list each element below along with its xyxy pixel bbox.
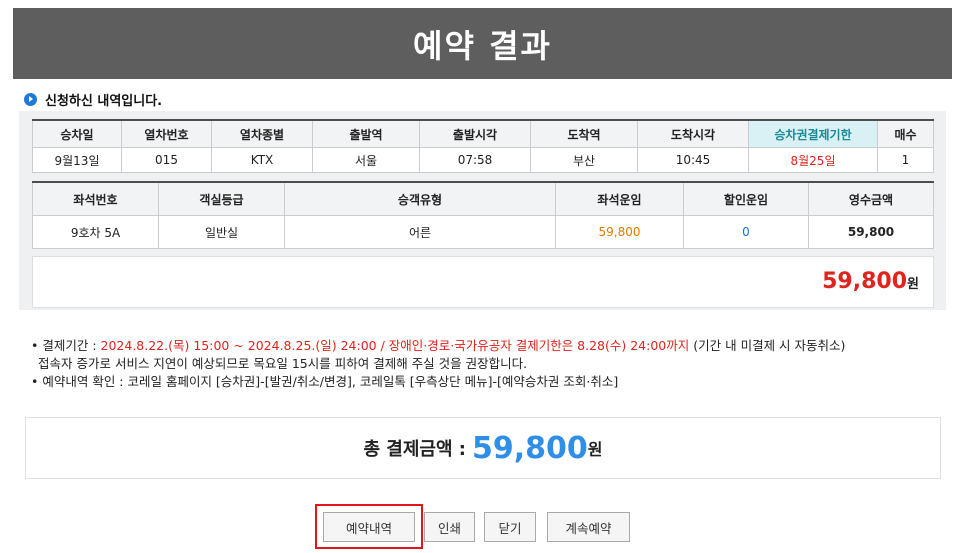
boarding-date: 9월13일 <box>32 147 122 173</box>
train-info-table: 승차일 열차번호 열차종별 출발역 출발시각 도착역 도착시각 승차권결제기한 … <box>32 119 934 173</box>
subtotal-value: 59,800 <box>822 269 908 294</box>
note-payment-period: • 결제기간 : 2024.8.22.(목) 15:00 ~ 2024.8.25… <box>31 337 845 355</box>
header-receipt-amount: 영수금액 <box>808 181 934 216</box>
payment-notes: • 결제기간 : 2024.8.22.(목) 15:00 ~ 2024.8.25… <box>31 337 845 391</box>
receipt-amount: 59,800 <box>808 215 934 249</box>
header-departure-station: 출발역 <box>312 119 420 148</box>
header-train-type: 열차종별 <box>211 119 313 148</box>
seat-class: 일반실 <box>158 215 285 249</box>
note-delay-warning: 접속자 증가로 서비스 지연이 예상되므로 목요일 15시를 피하여 결제해 주… <box>38 356 528 371</box>
grand-total-unit: 원 <box>587 440 603 459</box>
note-reservation-check: • 예약내역 확인 : 코레일 홈페이지 [승차권]-[발권/취소/변경], 코… <box>31 374 619 389</box>
train-type: KTX <box>211 147 313 173</box>
seat-fare-table: 좌석번호 객실등급 승객유형 좌석운임 할인운임 영수금액 9호차 5A 일반실… <box>32 181 934 249</box>
arrival-station: 부산 <box>530 147 638 173</box>
close-button[interactable]: 닫기 <box>484 512 536 542</box>
header-discount-fare: 할인운임 <box>683 181 809 216</box>
arrival-time: 10:45 <box>637 147 749 173</box>
train-number: 015 <box>121 147 212 173</box>
seat-number: 9호차 5A <box>32 215 159 249</box>
note-deadline-text: 2024.8.22.(목) 15:00 ~ 2024.8.25.(일) 24:0… <box>100 338 690 353</box>
header-train-number: 열차번호 <box>121 119 212 148</box>
header-class: 객실등급 <box>158 181 285 216</box>
table-row: 9월13일 015 KTX 서울 07:58 부산 10:45 8월25일 1 <box>32 147 934 173</box>
table-row: 9호차 5A 일반실 어른 59,800 0 59,800 <box>32 215 934 249</box>
header-seat-number: 좌석번호 <box>32 181 159 216</box>
header-passenger-type: 승객유형 <box>284 181 556 216</box>
section-heading: 신청하신 내역입니다. <box>24 90 162 109</box>
table-header-row: 승차일 열차번호 열차종별 출발역 출발시각 도착역 도착시각 승차권결제기한 … <box>32 119 934 148</box>
header-payment-deadline: 승차권결제기한 <box>748 119 878 148</box>
seat-fare: 59,800 <box>555 215 684 249</box>
note-label: • 결제기간 : <box>31 338 101 353</box>
payment-deadline: 8월25일 <box>748 147 878 173</box>
reservation-details-panel: 승차일 열차번호 열차종별 출발역 출발시각 도착역 도착시각 승차권결제기한 … <box>19 111 946 310</box>
header-departure-time: 출발시각 <box>419 119 531 148</box>
header-ticket-count: 매수 <box>877 119 934 148</box>
subtotal-amount: 59,800원 <box>822 269 919 294</box>
discount-fare: 0 <box>683 215 809 249</box>
header-seat-fare: 좌석운임 <box>555 181 684 216</box>
departure-station: 서울 <box>312 147 420 173</box>
header-boarding-date: 승차일 <box>32 119 122 148</box>
grand-total-box: 총 결제금액 : 59,800 원 <box>25 417 941 479</box>
print-button[interactable]: 인쇄 <box>424 512 475 542</box>
subtotal-unit: 원 <box>907 277 919 292</box>
reservation-history-button[interactable]: 예약내역 <box>323 512 415 542</box>
continue-reservation-button[interactable]: 계속예약 <box>547 512 630 542</box>
note-auto-cancel: (기간 내 미결제 시 자동취소) <box>689 338 846 353</box>
section-title: 신청하신 내역입니다. <box>45 94 163 109</box>
subtotal-box: 59,800원 <box>32 256 934 308</box>
grand-total-label: 총 결제금액 : <box>363 439 466 460</box>
bullet-arrow-icon <box>24 93 37 106</box>
grand-total-amount: 59,800 <box>472 430 588 466</box>
table-header-row: 좌석번호 객실등급 승객유형 좌석운임 할인운임 영수금액 <box>32 181 934 216</box>
ticket-count: 1 <box>877 147 934 173</box>
departure-time: 07:58 <box>419 147 531 173</box>
header-arrival-station: 도착역 <box>530 119 638 148</box>
page-title: 예약 결과 <box>413 26 552 65</box>
header-arrival-time: 도착시각 <box>637 119 749 148</box>
passenger-type: 어른 <box>284 215 556 249</box>
page-header: 예약 결과 <box>13 8 952 79</box>
